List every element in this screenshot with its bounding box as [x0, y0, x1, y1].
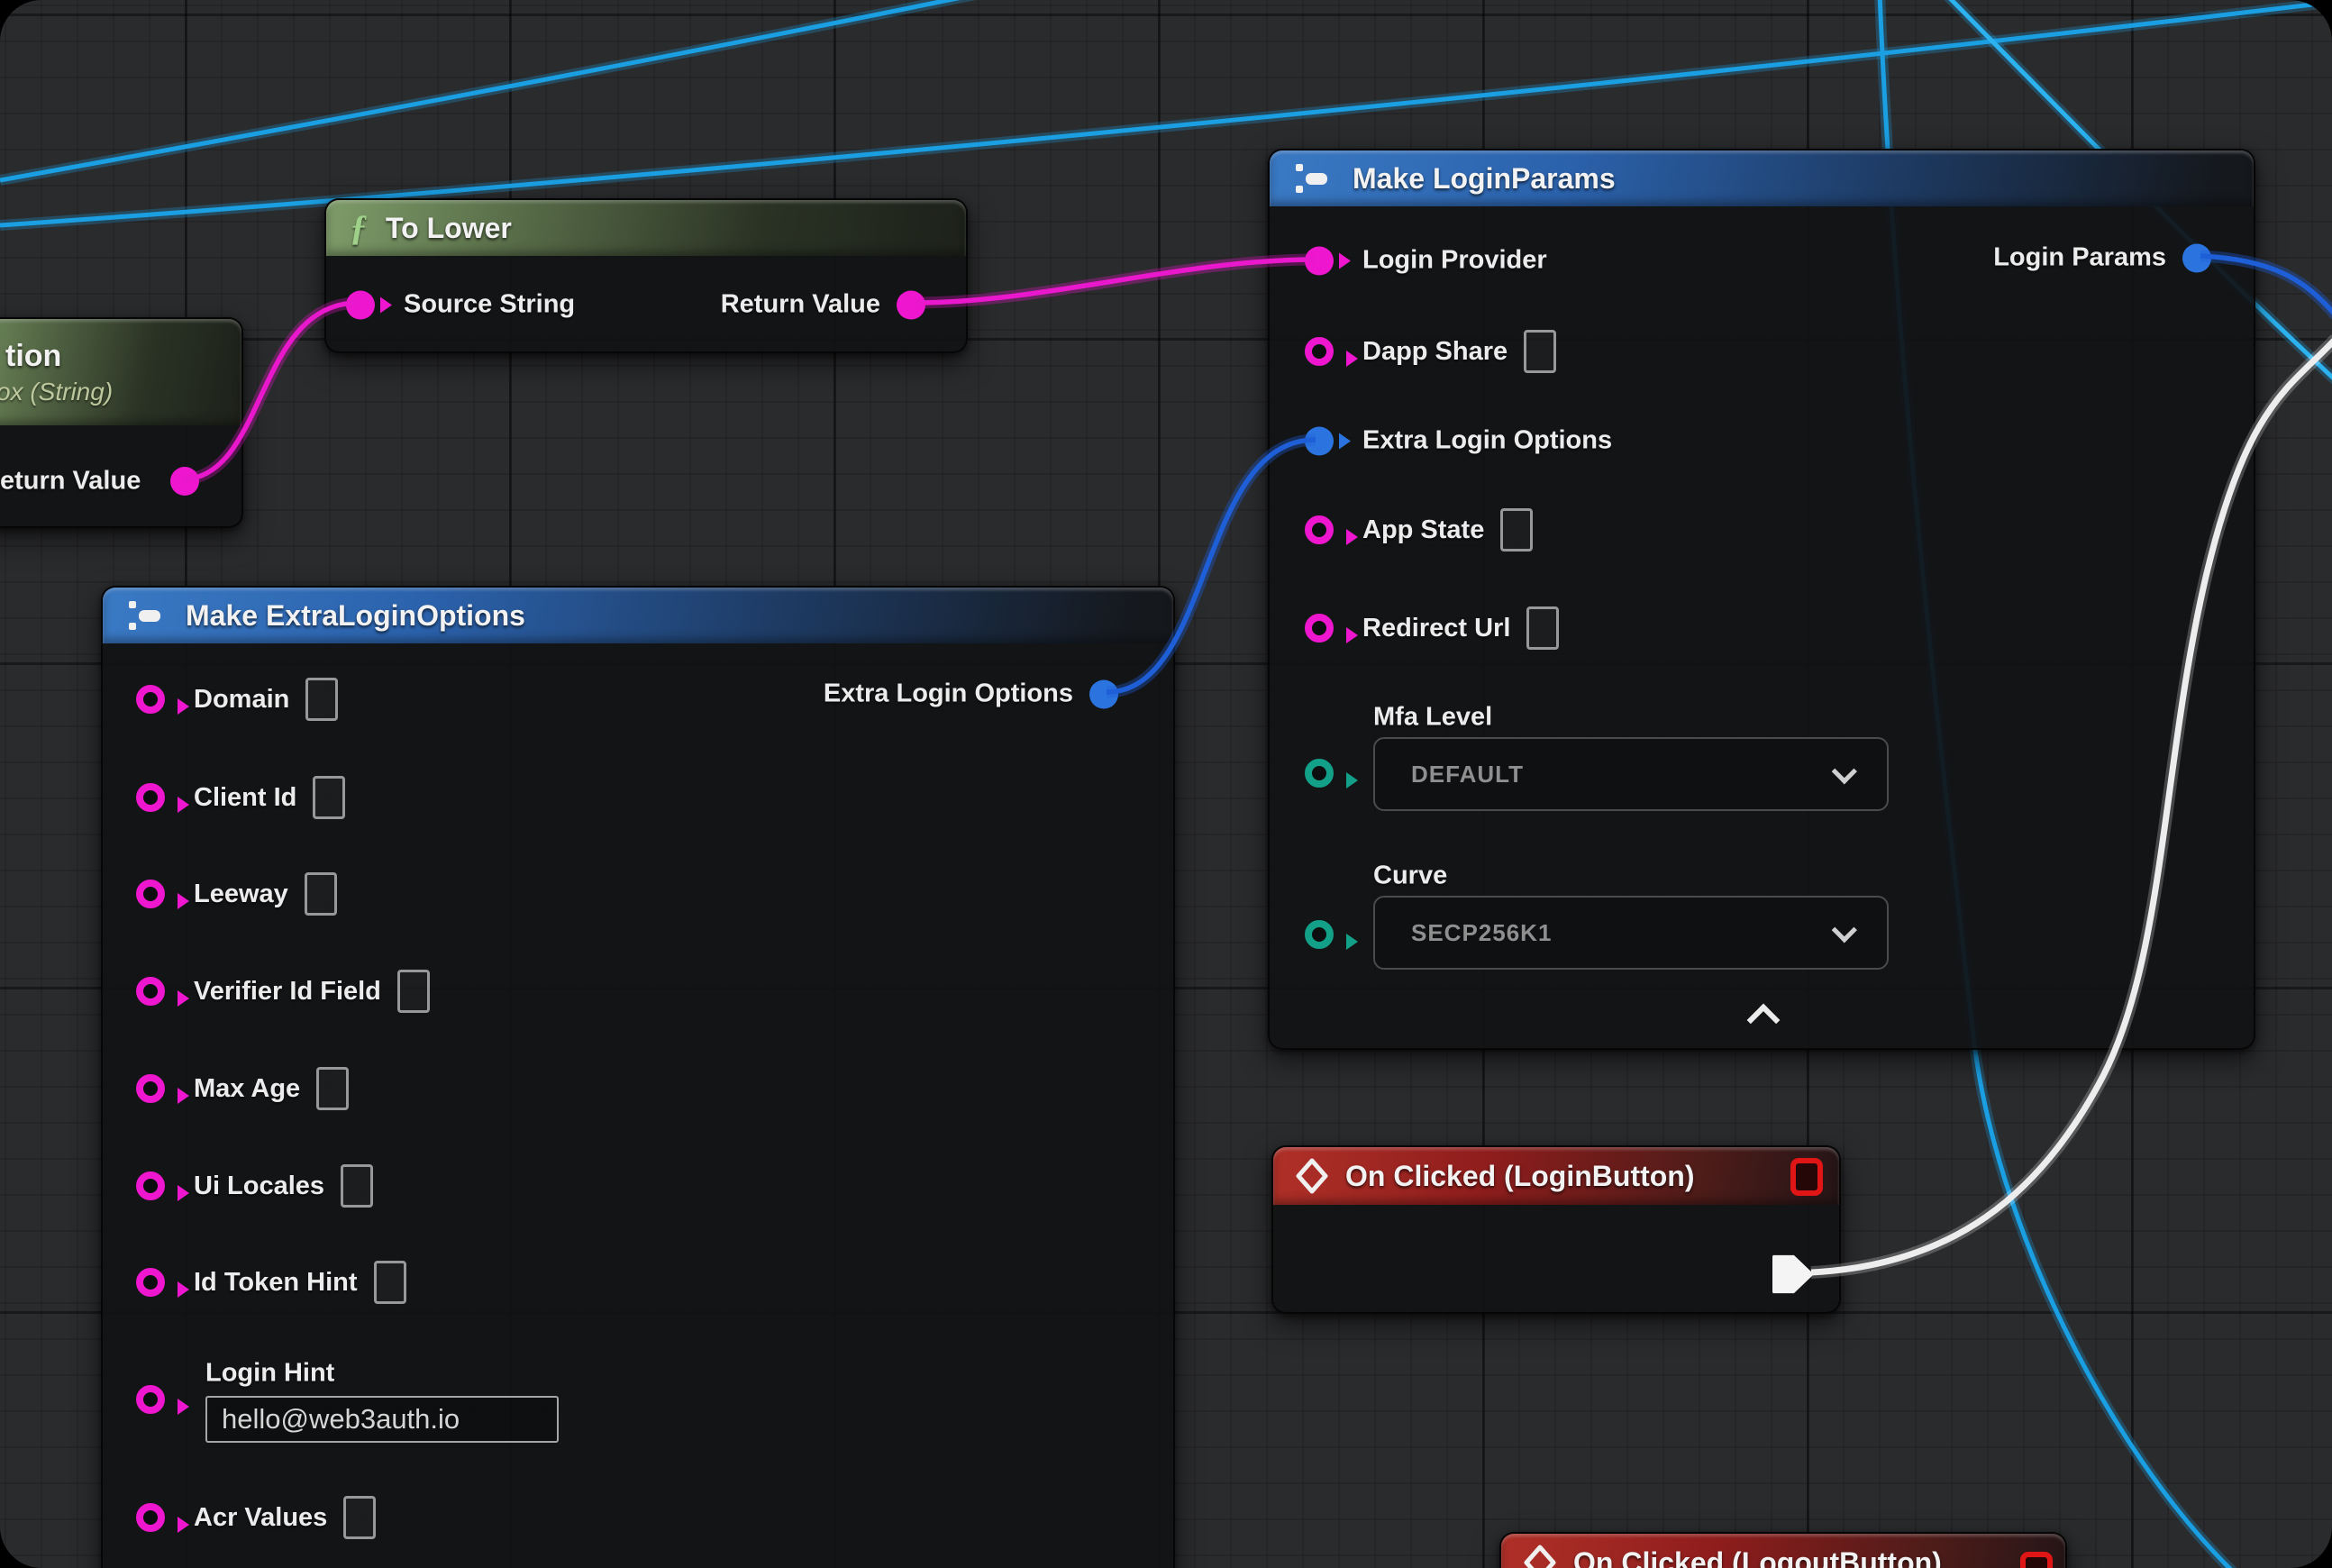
client-id-pin[interactable] [136, 783, 165, 812]
redirect-url-pin[interactable] [1305, 614, 1334, 643]
max-age-value-box[interactable] [316, 1067, 349, 1110]
function-icon: ƒ [350, 210, 368, 246]
domain-label: Domain [194, 685, 289, 715]
node-mlp-header[interactable]: Make LoginParams [1270, 150, 2254, 206]
app-state-label: App State [1362, 515, 1484, 545]
extra-login-options-label: Extra Login Options [1362, 426, 1612, 456]
login-params-output-label: Login Params [1993, 243, 2166, 273]
exec-output-pin[interactable] [1772, 1253, 1814, 1295]
event-icon [1293, 1157, 1331, 1195]
node-make-login-params[interactable]: Make LoginParams Login Provider Dapp Sha… [1268, 149, 2255, 1050]
node-to-lower[interactable]: ƒ To Lower Source String Return Value [324, 198, 968, 353]
node-get-selected-option-header[interactable]: tion ox (String) [0, 319, 241, 425]
domain-pin[interactable] [136, 685, 165, 714]
login-params-output-pin[interactable] [2182, 243, 2211, 272]
make-struct-icon [1293, 161, 1335, 196]
leeway-label: Leeway [194, 880, 288, 909]
node-mlp-title: Make LoginParams [1353, 162, 1616, 196]
app-state-value-box[interactable] [1500, 508, 1533, 552]
login-hint-value: hello@web3auth.io [222, 1403, 460, 1436]
node-melo-title: Make ExtraLoginOptions [186, 599, 525, 633]
redirect-url-value-box[interactable] [1526, 606, 1559, 650]
app-state-pin[interactable] [1305, 515, 1334, 544]
login-hint-label: Login Hint [205, 1359, 334, 1389]
delegate-pin-icon[interactable] [1790, 1158, 1823, 1196]
delegate-pin-icon[interactable] [2020, 1552, 2053, 1568]
ui-locales-label: Ui Locales [194, 1171, 324, 1201]
verifier-id-field-pin[interactable] [136, 977, 165, 1006]
login-hint-pin[interactable] [136, 1385, 165, 1414]
extra-login-options-output-pin[interactable] [1089, 679, 1118, 708]
node-to-lower-header[interactable]: ƒ To Lower [326, 200, 966, 256]
mfa-level-dropdown[interactable]: DEFAULT [1373, 737, 1889, 811]
mfa-level-value: DEFAULT [1411, 761, 1524, 789]
leeway-pin[interactable] [136, 880, 165, 908]
node-make-extra-login-options[interactable]: Make ExtraLoginOptions Domain Client Id … [101, 586, 1175, 1568]
id-token-hint-label: Id Token Hint [194, 1268, 358, 1298]
return-value-pin[interactable] [897, 290, 925, 319]
node-title-fragment: tion [5, 339, 61, 374]
wire-blue-top-left-core [0, 0, 984, 180]
return-value-label: eturn Value [0, 467, 141, 497]
wire-magenta-2-core [914, 260, 1316, 303]
leeway-value-box[interactable] [305, 872, 337, 916]
domain-value-box[interactable] [305, 678, 338, 721]
wire-blue-top-left[interactable] [0, 0, 984, 180]
ui-locales-value-box[interactable] [341, 1164, 373, 1208]
acr-values-pin[interactable] [136, 1503, 165, 1532]
login-hint-input[interactable]: hello@web3auth.io [205, 1396, 559, 1443]
id-token-hint-value-box[interactable] [374, 1261, 406, 1304]
login-provider-label: Login Provider [1362, 246, 1547, 276]
extra-login-options-pin[interactable] [1305, 426, 1334, 455]
mfa-level-pin[interactable] [1305, 759, 1334, 788]
max-age-label: Max Age [194, 1074, 300, 1104]
acr-values-label: Acr Values [194, 1503, 327, 1533]
wire-to-lower-to-login-provider[interactable] [914, 260, 1316, 303]
client-id-label: Client Id [194, 783, 296, 813]
curve-dropdown[interactable]: SECP256K1 [1373, 896, 1889, 970]
dapp-share-label: Dapp Share [1362, 337, 1508, 367]
make-struct-icon [126, 598, 168, 633]
max-age-pin[interactable] [136, 1074, 165, 1103]
event-icon [1521, 1544, 1559, 1568]
source-string-label: Source String [404, 290, 575, 320]
curve-label: Curve [1373, 861, 1447, 891]
id-token-hint-pin[interactable] [136, 1268, 165, 1297]
curve-value: SECP256K1 [1411, 919, 1552, 947]
client-id-value-box[interactable] [313, 776, 345, 819]
wire-magenta-2-halo [914, 260, 1316, 303]
node-to-lower-title: To Lower [386, 212, 512, 245]
verifier-id-field-value-box[interactable] [397, 970, 430, 1013]
acr-values-value-box[interactable] [343, 1496, 376, 1539]
dapp-share-pin[interactable] [1305, 337, 1334, 366]
node-melo-header[interactable]: Make ExtraLoginOptions [103, 588, 1173, 643]
login-provider-pin[interactable] [1305, 246, 1334, 275]
node-get-selected-option-partial[interactable]: tion ox (String) eturn Value [0, 317, 243, 528]
collapse-arrow-icon[interactable] [1747, 1004, 1781, 1037]
dapp-share-value-box[interactable] [1524, 330, 1556, 373]
mfa-level-label: Mfa Level [1373, 703, 1492, 733]
node-ocl-header[interactable]: On Clicked (LoginButton) [1273, 1147, 1839, 1205]
wire-blue-top-left-halo [0, 0, 984, 180]
verifier-id-field-label: Verifier Id Field [194, 977, 381, 1007]
return-value-pin[interactable] [170, 467, 199, 496]
node-on-clicked-logout-button[interactable]: On Clicked (LogoutButton) [1499, 1532, 2067, 1568]
chevron-down-icon [1832, 759, 1857, 784]
chevron-down-icon [1832, 917, 1857, 943]
node-subtitle-fragment: ox (String) [0, 378, 113, 406]
ui-locales-pin[interactable] [136, 1171, 165, 1200]
source-string-pin[interactable] [346, 290, 375, 319]
node-ocl-title: On Clicked (LoginButton) [1345, 1160, 1695, 1193]
blueprint-graph-canvas[interactable]: tion ox (String) eturn Value ƒ To Lower … [0, 0, 2332, 1568]
node-oclo-title: On Clicked (LogoutButton) [1573, 1546, 1942, 1568]
node-oclo-header[interactable]: On Clicked (LogoutButton) [1501, 1534, 2065, 1568]
redirect-url-label: Redirect Url [1362, 614, 1510, 643]
extra-login-options-output-label: Extra Login Options [824, 679, 1073, 709]
return-value-label: Return Value [721, 290, 880, 320]
node-on-clicked-login-button[interactable]: On Clicked (LoginButton) [1271, 1145, 1841, 1314]
curve-pin[interactable] [1305, 920, 1334, 949]
